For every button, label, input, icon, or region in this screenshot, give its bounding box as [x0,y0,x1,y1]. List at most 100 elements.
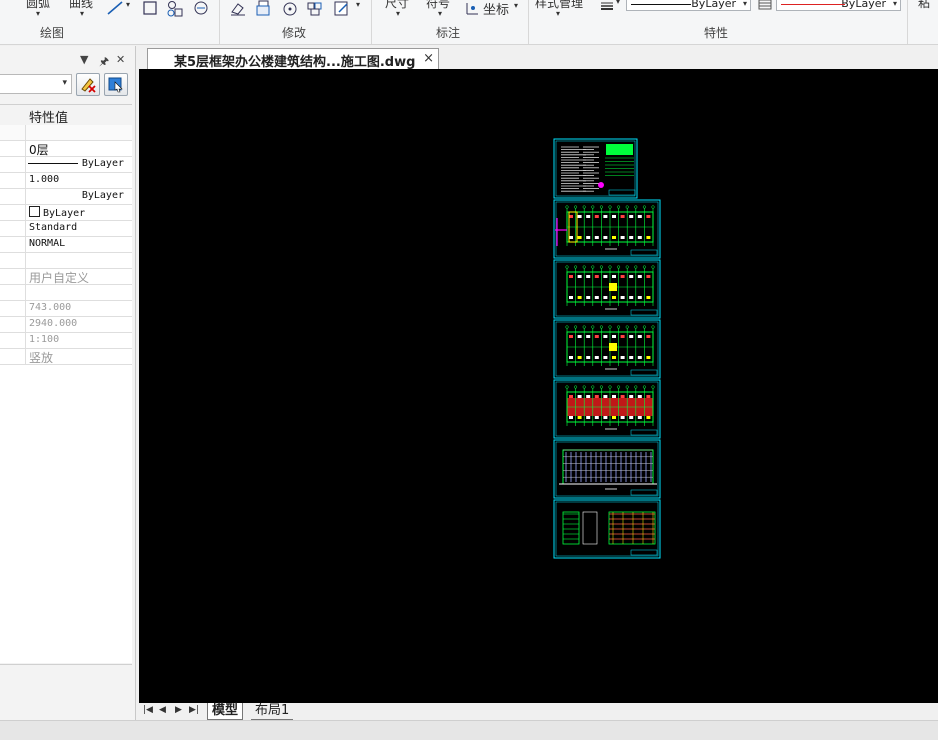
window-mark [637,356,642,359]
properties-panel: ▼ 🖈 ✕ ▾ 特性值 0层 ByLayer 1.000 ByLayer ByLayer… [0,46,136,721]
axis-bubble [642,385,646,389]
lineweight-icon[interactable] [756,0,774,14]
property-row[interactable]: ByLayer [0,205,132,221]
linetype-dropdown[interactable]: ByLayer ▾ [626,0,751,11]
dropdown-arrow-icon[interactable]: ▾ [438,9,442,18]
array-icon[interactable] [306,0,324,18]
copy-icon[interactable] [255,0,273,18]
door-mark [586,395,591,398]
rotate-icon[interactable] [281,0,299,18]
axis-bubble [625,265,629,269]
panel-menu-arrow-icon[interactable]: ▼ [80,53,88,66]
property-value: ByLayer [81,190,124,201]
door-mark [646,275,651,278]
lineweight-icon[interactable] [598,0,616,15]
property-row[interactable]: ByLayer [0,157,132,173]
door-mark [637,395,642,398]
property-row[interactable]: 1:100 [0,333,132,349]
axis-bubble [642,265,646,269]
close-panel-icon[interactable]: ✕ [116,53,125,66]
dropdown-arrow-icon[interactable]: ▾ [356,0,360,9]
dropdown-arrow-icon[interactable]: ▾ [514,1,518,10]
door-mark [594,215,599,218]
pin-icon[interactable]: 🖈 [99,53,109,72]
window-mark [629,416,634,419]
group-separator [219,0,220,44]
dropdown-arrow-icon[interactable]: ▾ [556,9,560,18]
color-swatch [29,206,40,217]
property-value: 0层 [29,143,49,157]
window-mark [603,296,608,299]
lineweight-swatch [781,4,845,5]
axis-bubble [591,385,595,389]
document-tab[interactable]: 某5层框架办公楼建筑结构...施工图.dwg × [147,48,439,70]
door-mark [594,395,599,398]
group-separator [907,0,908,44]
window-mark [629,356,634,359]
axis-bubble [599,325,603,329]
door-mark [629,275,634,278]
property-row[interactable]: 0层 [0,141,132,157]
property-row[interactable] [0,253,132,269]
window-mark [577,356,582,359]
tab-model[interactable]: 模型 [207,703,244,720]
quick-select-button[interactable] [104,73,128,96]
property-row[interactable]: 用户自定义 [0,269,132,285]
axis-bubble [651,265,655,269]
property-row[interactable]: NORMAL [0,237,132,253]
door-mark [594,335,599,338]
line-icon[interactable] [106,0,124,18]
stair-mark [609,283,617,291]
dropdown-arrow-icon[interactable]: ▾ [126,0,130,9]
window-mark [646,296,651,299]
close-document-icon[interactable]: × [423,51,434,66]
dropdown-arrow-icon[interactable]: ▾ [36,9,40,18]
axis-bubble [599,385,603,389]
rectangle-icon[interactable] [141,0,159,18]
property-value: 2940.000 [29,318,78,329]
region-icon[interactable] [192,0,210,18]
prev-layout-button[interactable]: ◀ [159,705,166,715]
dropdown-arrow-icon[interactable]: ▾ [396,9,400,18]
dropdown-arrow-icon[interactable]: ▾ [80,9,84,18]
paste-button[interactable]: 粘 [918,0,930,11]
drawing-canvas[interactable] [139,69,938,703]
property-row[interactable]: Standard [0,221,132,237]
erase-icon[interactable] [229,0,247,18]
first-layout-button[interactable]: |◀ [143,705,153,715]
lineweight-dropdown[interactable]: ByLayer ▾ [776,0,901,11]
layout-tab-bar: |◀ ◀ ▶ ▶| 模型 布局1 [139,703,938,720]
dropdown-arrow-icon[interactable]: ▾ [616,0,620,6]
door-mark [569,275,573,278]
object-type-select[interactable]: ▾ [0,74,72,94]
property-row[interactable] [0,125,132,141]
property-row[interactable]: 竖放 [0,349,132,365]
tab-layout1[interactable]: 布局1 [251,703,294,720]
property-value: NORMAL [29,238,66,249]
door-mark [603,335,608,338]
coordinate-icon[interactable] [464,0,482,18]
clear-selection-button[interactable] [76,73,100,96]
shapes-icon[interactable] [166,0,184,18]
last-layout-button[interactable]: ▶| [189,705,199,715]
coordinate-button[interactable]: 坐标 [483,0,509,18]
column-divider [25,141,26,157]
title-block [606,144,633,155]
property-row[interactable] [0,285,132,301]
property-row[interactable]: 2940.000 [0,317,132,333]
property-row[interactable]: 743.000 [0,301,132,317]
stamp-mark [598,182,604,188]
window-mark [586,296,591,299]
axis-bubble [625,205,629,209]
window-mark [620,356,625,359]
property-row[interactable]: ByLayer [0,189,132,205]
door-mark [646,215,651,218]
next-layout-button[interactable]: ▶ [175,705,182,715]
title-strip [630,549,658,556]
axis-bubble [574,325,578,329]
door-mark [620,335,625,338]
quick-select-icon [108,77,123,93]
property-row[interactable]: 1.000 [0,173,132,189]
edit-icon[interactable] [333,0,351,18]
column-divider [25,189,26,205]
